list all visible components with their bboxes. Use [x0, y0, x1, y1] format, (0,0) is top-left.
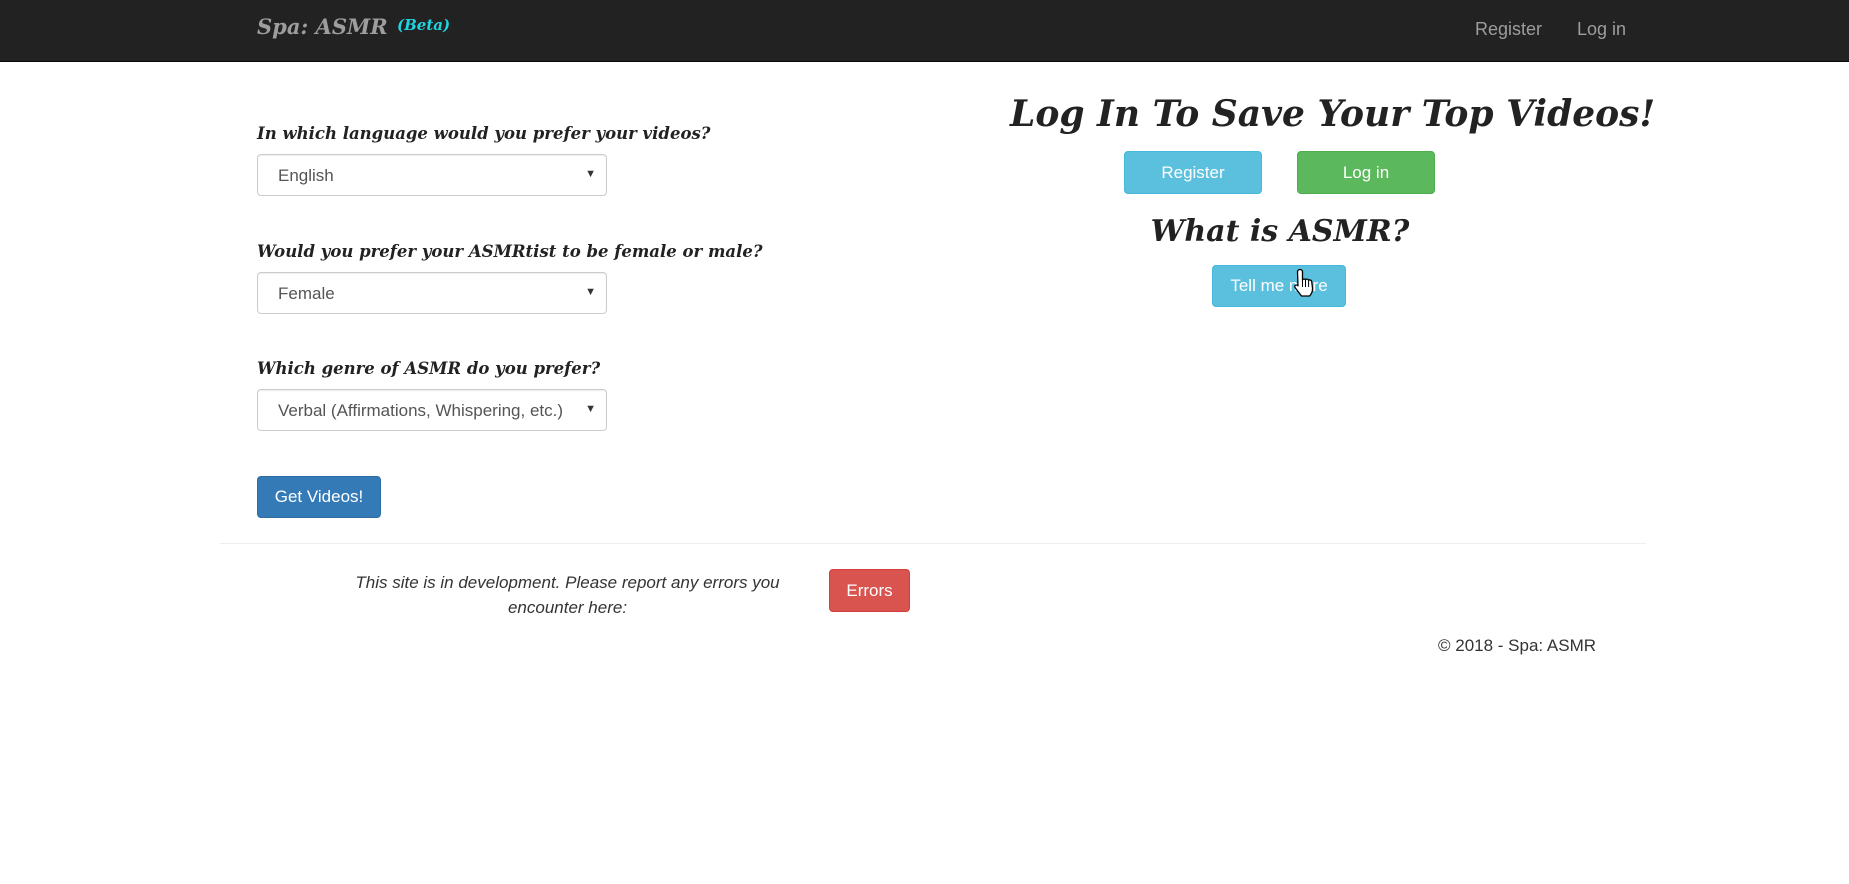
errors-button[interactable]: Errors [829, 569, 910, 612]
navbar: Spa: ASMR (Beta) Register Log in [0, 0, 1849, 62]
genre-label: Which genre of ASMR do you prefer? [257, 359, 601, 378]
caret-down-icon: ▼ [585, 168, 596, 180]
language-select[interactable]: English ▼ [257, 154, 607, 196]
caret-down-icon: ▼ [585, 403, 596, 415]
get-videos-button[interactable]: Get Videos! [257, 476, 381, 518]
register-button[interactable]: Register [1124, 151, 1262, 194]
gender-select[interactable]: Female ▼ [257, 272, 607, 314]
caret-down-icon: ▼ [585, 286, 596, 298]
tell-me-more-button[interactable]: Tell me more [1212, 265, 1346, 307]
language-select-value: English [278, 166, 334, 185]
brand-beta-badge: (Beta) [397, 16, 451, 34]
genre-select[interactable]: Verbal (Affirmations, Whispering, etc.) … [257, 389, 607, 431]
brand-name: Spa: ASMR [257, 14, 388, 39]
genre-select-value: Verbal (Affirmations, Whispering, etc.) [278, 401, 564, 420]
nav-login-link[interactable]: Log in [1577, 19, 1626, 40]
what-is-asmr-heading: What is ASMR? [1150, 214, 1410, 249]
hand-pointer-icon [1293, 268, 1315, 303]
development-notice: This site is in development. Please repo… [355, 573, 780, 617]
nav-register-link[interactable]: Register [1475, 19, 1542, 40]
footer-divider [220, 543, 1646, 544]
gender-select-value: Female [278, 284, 335, 303]
copyright-text: © 2018 - Spa: ASMR [1438, 636, 1597, 655]
gender-label: Would you prefer your ASMRtist to be fem… [257, 242, 763, 261]
login-button[interactable]: Log in [1297, 151, 1435, 194]
language-label: In which language would you prefer your … [257, 124, 711, 143]
brand-logo[interactable]: Spa: ASMR (Beta) [257, 14, 450, 39]
login-prompt-heading: Log In To Save Your Top Videos! [1010, 93, 1656, 135]
